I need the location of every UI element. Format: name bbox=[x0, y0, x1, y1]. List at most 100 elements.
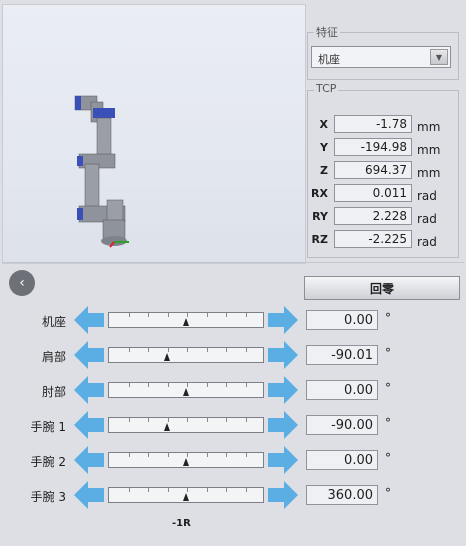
slider-tick bbox=[187, 348, 188, 352]
jog-left-arrow-icon[interactable] bbox=[74, 306, 104, 334]
slider-tick bbox=[168, 313, 169, 317]
feature-select[interactable]: 机座 ▼ bbox=[311, 46, 451, 68]
home-button[interactable]: 回零 bbox=[304, 276, 460, 300]
tcp-unit-z: mm bbox=[417, 166, 441, 180]
slider-tick bbox=[187, 383, 188, 387]
tcp-key-z: Z bbox=[320, 164, 328, 177]
jog-left-arrow-icon[interactable] bbox=[74, 446, 104, 474]
jog-right-arrow-icon[interactable] bbox=[268, 481, 298, 509]
jog-right-arrow-icon[interactable] bbox=[268, 341, 298, 369]
tcp-value-y: -194.98 bbox=[334, 138, 412, 156]
revolution-label: -1R bbox=[172, 518, 191, 529]
jog-right-arrow-icon[interactable] bbox=[268, 411, 298, 439]
robot-3d-viewport[interactable] bbox=[2, 4, 306, 264]
slider-tick bbox=[246, 453, 247, 457]
tcp-key-rz: RZ bbox=[311, 233, 328, 246]
jog-left-arrow-icon[interactable] bbox=[74, 481, 104, 509]
slider-pointer-icon[interactable] bbox=[164, 353, 170, 361]
tcp-key-ry: RY bbox=[312, 210, 328, 223]
back-button[interactable]: ‹ bbox=[9, 270, 35, 296]
slider-pointer-icon[interactable] bbox=[183, 388, 189, 396]
chevron-left-icon: ‹ bbox=[19, 275, 25, 291]
chevron-down-icon[interactable]: ▼ bbox=[430, 49, 448, 65]
tcp-unit-rx: rad bbox=[417, 189, 437, 203]
slider-tick bbox=[148, 418, 149, 422]
joint-slider-track[interactable] bbox=[108, 382, 264, 398]
tcp-group-label: TCP bbox=[314, 82, 339, 95]
slider-tick bbox=[168, 418, 169, 422]
tcp-unit-rz: rad bbox=[417, 235, 437, 249]
tcp-value-ry: 2.228 bbox=[334, 207, 412, 225]
tcp-unit-x: mm bbox=[417, 120, 441, 134]
tcp-value-rx: 0.011 bbox=[334, 184, 412, 202]
jog-left-arrow-icon[interactable] bbox=[74, 411, 104, 439]
tcp-unit-ry: rad bbox=[417, 212, 437, 226]
slider-pointer-icon[interactable] bbox=[183, 458, 189, 466]
joint-label: 手腕 1 bbox=[30, 420, 66, 434]
slider-tick bbox=[207, 488, 208, 492]
slider-pointer-icon[interactable] bbox=[183, 318, 189, 326]
joint-unit: ° bbox=[385, 346, 391, 360]
slider-tick bbox=[226, 418, 227, 422]
slider-tick bbox=[168, 453, 169, 457]
slider-tick bbox=[129, 348, 130, 352]
slider-tick bbox=[148, 453, 149, 457]
slider-tick bbox=[207, 313, 208, 317]
joint-slider-track[interactable] bbox=[108, 452, 264, 468]
slider-tick bbox=[246, 348, 247, 352]
feature-select-value: 机座 bbox=[318, 53, 340, 66]
feature-group-label: 特征 bbox=[314, 24, 340, 40]
slider-tick bbox=[226, 453, 227, 457]
slider-pointer-icon[interactable] bbox=[183, 493, 189, 501]
slider-tick bbox=[226, 313, 227, 317]
slider-tick bbox=[187, 313, 188, 317]
joint-label: 手腕 3 bbox=[30, 490, 66, 504]
slider-tick bbox=[246, 383, 247, 387]
jog-left-arrow-icon[interactable] bbox=[74, 341, 104, 369]
slider-tick bbox=[148, 313, 149, 317]
slider-tick bbox=[207, 383, 208, 387]
joint-unit: ° bbox=[385, 416, 391, 430]
tcp-unit-y: mm bbox=[417, 143, 441, 157]
slider-tick bbox=[226, 488, 227, 492]
joint-value-field[interactable]: -90.01 bbox=[306, 345, 378, 365]
jog-right-arrow-icon[interactable] bbox=[268, 306, 298, 334]
joint-label: 机座 bbox=[41, 315, 66, 329]
slider-tick bbox=[207, 418, 208, 422]
joint-value-field[interactable]: 0.00 bbox=[306, 380, 378, 400]
jog-left-arrow-icon[interactable] bbox=[74, 376, 104, 404]
joint-unit: ° bbox=[385, 451, 391, 465]
slider-tick bbox=[187, 453, 188, 457]
section-divider bbox=[2, 262, 464, 263]
slider-tick bbox=[129, 313, 130, 317]
slider-tick bbox=[207, 453, 208, 457]
joint-value-field[interactable]: 0.00 bbox=[306, 310, 378, 330]
slider-tick bbox=[187, 488, 188, 492]
slider-tick bbox=[168, 488, 169, 492]
joint-value-field[interactable]: -90.00 bbox=[306, 415, 378, 435]
slider-tick bbox=[187, 418, 188, 422]
joint-unit: ° bbox=[385, 311, 391, 325]
slider-tick bbox=[148, 488, 149, 492]
slider-tick bbox=[129, 418, 130, 422]
joint-value-field[interactable]: 360.00 bbox=[306, 485, 378, 505]
joint-slider-track[interactable] bbox=[108, 347, 264, 363]
joint-slider-track[interactable] bbox=[108, 417, 264, 433]
tcp-key-x: X bbox=[319, 118, 328, 131]
jog-right-arrow-icon[interactable] bbox=[268, 376, 298, 404]
slider-pointer-icon[interactable] bbox=[164, 423, 170, 431]
slider-tick bbox=[148, 348, 149, 352]
joint-value-field[interactable]: 0.00 bbox=[306, 450, 378, 470]
tcp-value-rz: -2.225 bbox=[334, 230, 412, 248]
joint-slider-track[interactable] bbox=[108, 487, 264, 503]
joint-label: 肘部 bbox=[41, 385, 66, 399]
jog-right-arrow-icon[interactable] bbox=[268, 446, 298, 474]
tcp-key-y: Y bbox=[320, 141, 328, 154]
slider-tick bbox=[246, 418, 247, 422]
joint-label: 手腕 2 bbox=[30, 455, 66, 469]
joint-slider-track[interactable] bbox=[108, 312, 264, 328]
slider-tick bbox=[148, 383, 149, 387]
tcp-value-z: 694.37 bbox=[334, 161, 412, 179]
slider-tick bbox=[129, 383, 130, 387]
joint-unit: ° bbox=[385, 381, 391, 395]
